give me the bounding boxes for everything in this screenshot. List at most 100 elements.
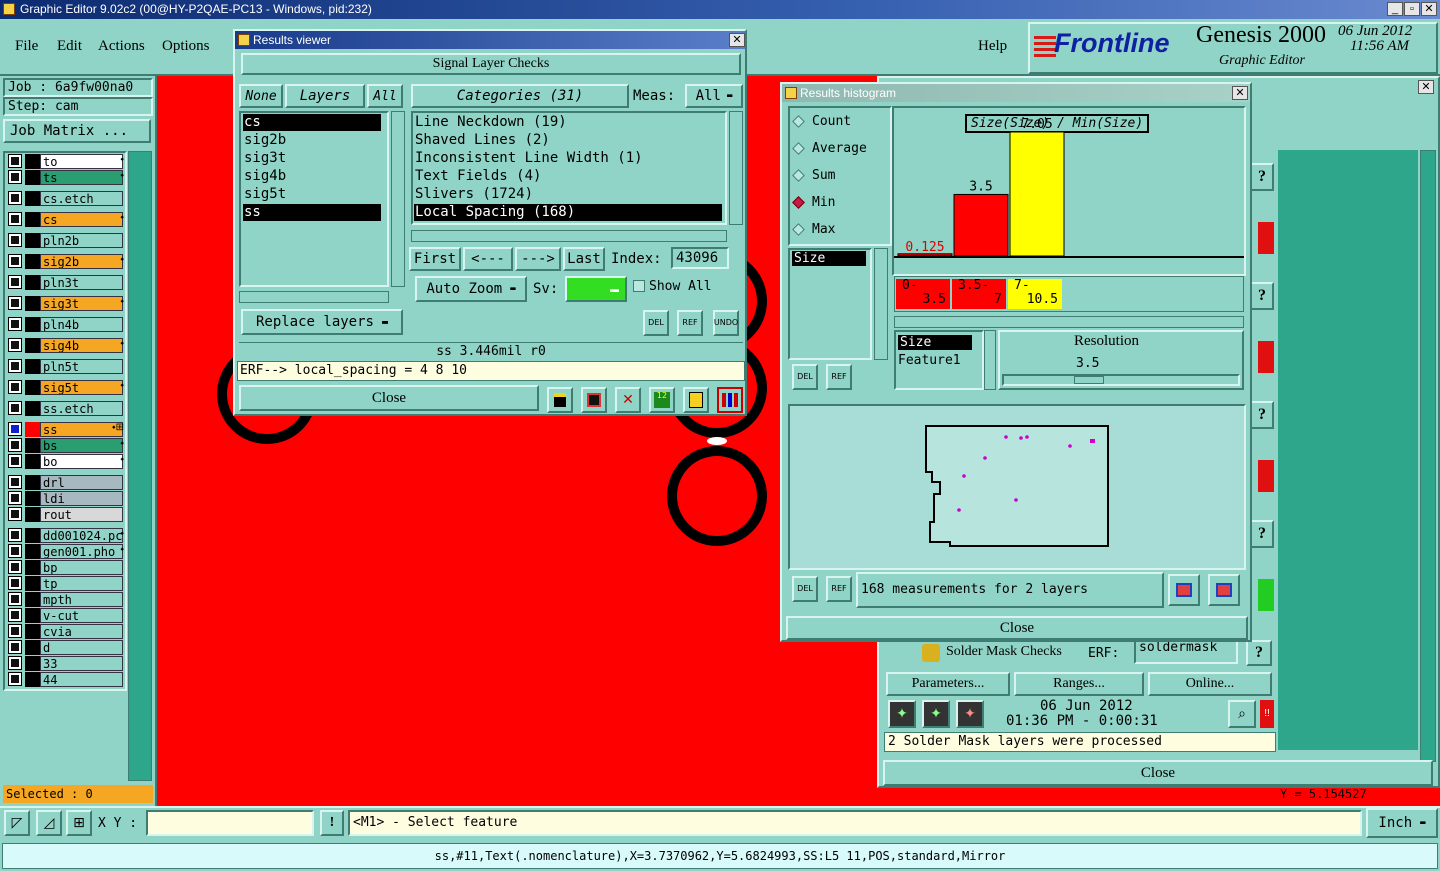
job-matrix-button[interactable]: Job Matrix ... [3, 119, 151, 143]
layer-name[interactable]: rout [40, 507, 123, 522]
layer-checkbox[interactable] [9, 171, 21, 183]
layer-checkbox[interactable] [9, 297, 21, 309]
radio-indicator[interactable] [792, 222, 805, 236]
preview-del-button[interactable]: DEL [792, 576, 818, 602]
layer-checkbox[interactable] [9, 561, 21, 573]
layer-affected-indicator[interactable] [25, 296, 40, 311]
layer-row[interactable]: to ⬩ [7, 154, 125, 169]
maximize-button[interactable]: ▫ [1404, 2, 1420, 16]
layer-checkbox[interactable] [9, 360, 21, 372]
layer-name[interactable]: ldi [40, 491, 123, 506]
check-help-button[interactable]: ? [1250, 163, 1274, 191]
layer-affected-indicator[interactable] [25, 191, 40, 206]
layer-checkbox[interactable] [9, 318, 21, 330]
layer-row[interactable]: cvia [7, 624, 125, 639]
result-layer-item[interactable]: sig5t [243, 186, 381, 203]
layer-row[interactable]: d [7, 640, 125, 655]
layer-row[interactable]: ss.etch [7, 401, 125, 416]
sv-color-select[interactable]: ▬ [565, 276, 627, 302]
layer-checkbox[interactable] [9, 423, 21, 435]
layer-affected-indicator[interactable] [25, 338, 40, 353]
layer-name[interactable]: sig5t [40, 380, 123, 395]
layer-row[interactable]: gen001.pho ⬩ [7, 544, 125, 559]
stat-radio-max[interactable]: Max [790, 219, 900, 239]
histogram-bar[interactable] [1009, 131, 1065, 257]
layer-name[interactable]: bp [40, 560, 123, 575]
layer-name[interactable]: cs.etch [40, 191, 123, 206]
ref-button[interactable]: REF [677, 310, 703, 336]
layer-name[interactable]: bs [40, 438, 123, 453]
layer-row[interactable]: 44 [7, 672, 125, 687]
radio-indicator[interactable] [792, 195, 805, 209]
minimize-button[interactable]: _ [1387, 2, 1403, 16]
category-item[interactable]: Line Neckdown (19) [414, 114, 722, 131]
bin-label[interactable]: 0- 3.5 [896, 279, 950, 309]
layer-affected-indicator[interactable] [25, 359, 40, 374]
measure-tool-icon[interactable]: ◿ [36, 810, 62, 836]
category-vscroll[interactable] [729, 111, 743, 225]
layer-checkbox[interactable] [9, 276, 21, 288]
layer-name[interactable]: cvia [40, 624, 123, 639]
layer-affected-indicator[interactable] [25, 454, 40, 469]
prev-button[interactable]: <--- [463, 247, 513, 271]
layer-checkbox[interactable] [9, 593, 21, 605]
result-layer-item[interactable]: cs [243, 114, 381, 131]
layer-checkbox[interactable] [9, 234, 21, 246]
stat-radio-sum[interactable]: Sum [790, 165, 900, 185]
none-button[interactable]: None [239, 84, 283, 108]
layer-affected-indicator[interactable] [25, 275, 40, 290]
run-all-tool-icon[interactable]: ✦ [922, 700, 950, 728]
layer-affected-indicator[interactable] [25, 212, 40, 227]
hist-del-button[interactable]: DEL [792, 364, 818, 390]
del-button[interactable]: DEL [643, 310, 669, 336]
layer-row[interactable]: ss ⬩⊞ [7, 422, 125, 437]
radio-indicator[interactable] [792, 141, 805, 155]
stat-radio-min[interactable]: Min [790, 192, 900, 212]
xy-input[interactable] [146, 810, 314, 836]
menu-file[interactable]: File [15, 38, 38, 55]
results-viewer-close-icon[interactable]: ✕ [729, 33, 745, 47]
results-viewer-close-button[interactable]: Close [239, 385, 539, 411]
histogram-close-button[interactable]: Close [786, 616, 1248, 640]
layer-row[interactable]: 33 [7, 656, 125, 671]
stat-radio-count[interactable]: Count [790, 111, 900, 131]
count-tool-icon[interactable]: 12 [649, 387, 675, 413]
meas-select[interactable]: All ▬ [685, 84, 743, 108]
layer-affected-indicator[interactable] [25, 438, 40, 453]
attr2-item-size[interactable]: Size [898, 335, 972, 350]
check-help-button[interactable]: ? [1250, 520, 1274, 548]
category-item[interactable]: Local Spacing (168) [414, 204, 722, 221]
layer-affected-indicator[interactable] [25, 507, 40, 522]
ranges-button[interactable]: Ranges... [1014, 672, 1144, 696]
category-item[interactable]: Inconsistent Line Width (1) [414, 150, 722, 167]
layer-affected-indicator[interactable] [25, 656, 40, 671]
layer-row[interactable]: bs ⬩ [7, 438, 125, 453]
layer-affected-indicator[interactable] [25, 422, 40, 437]
layer-affected-indicator[interactable] [25, 491, 40, 506]
layer-checkbox[interactable] [9, 657, 21, 669]
layer-affected-indicator[interactable] [25, 475, 40, 490]
solder-help-button[interactable]: ? [1246, 640, 1272, 666]
layer-row[interactable]: tp [7, 576, 125, 591]
layer-row[interactable]: pln5t [7, 359, 125, 374]
layer-checkbox[interactable] [9, 192, 21, 204]
checks-right-scroll[interactable] [1420, 150, 1436, 762]
check-help-button[interactable]: ? [1250, 401, 1274, 429]
layer-name[interactable]: 44 [40, 672, 123, 687]
layer-checkbox[interactable] [9, 476, 21, 488]
layer-row[interactable]: v-cut [7, 608, 125, 623]
radio-indicator[interactable] [792, 168, 805, 182]
layer-affected-indicator[interactable] [25, 560, 40, 575]
solder-erf-value[interactable]: soldermask [1134, 640, 1238, 664]
category-hscroll[interactable] [411, 230, 727, 242]
layer-checkbox[interactable] [9, 339, 21, 351]
layer-affected-indicator[interactable] [25, 592, 40, 607]
layer-checkbox[interactable] [9, 545, 21, 557]
layer-name[interactable]: sig3t [40, 296, 123, 311]
category-item[interactable]: Slivers (1724) [414, 186, 722, 203]
all-layers-button[interactable]: All [367, 84, 403, 108]
bin-label[interactable]: 3.5- 7 [952, 279, 1006, 309]
layer-row[interactable]: mpth [7, 592, 125, 607]
layer-list-hscroll[interactable] [239, 291, 389, 303]
histogram-close-icon[interactable]: ✕ [1232, 86, 1248, 100]
